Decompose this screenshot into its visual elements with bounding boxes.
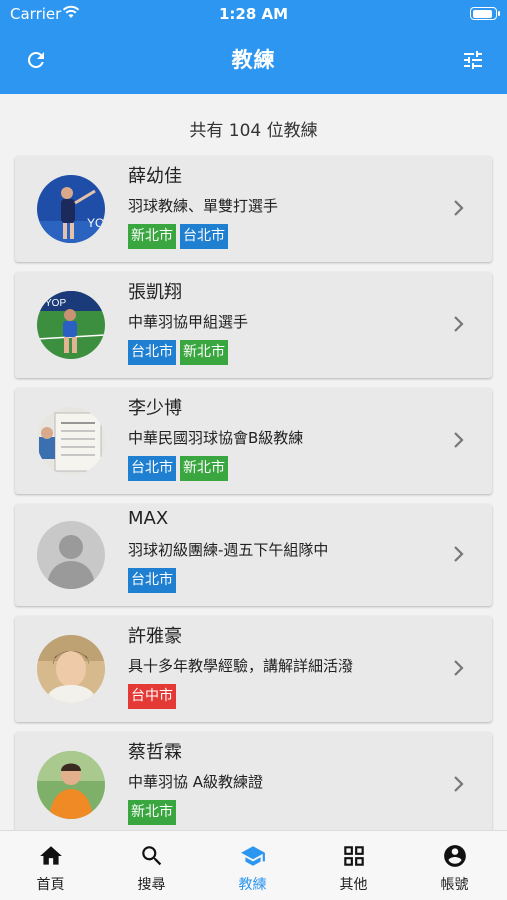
coach-name: MAX xyxy=(128,508,169,529)
tune-icon xyxy=(464,51,482,69)
avatar: YO xyxy=(37,175,105,243)
tab-search[interactable]: 搜尋 xyxy=(101,831,202,900)
coach-card[interactable]: 李少博 中華民國羽球協會B級教練 台北市 新北市 xyxy=(15,388,492,494)
tab-coaches[interactable]: 教練 xyxy=(202,831,303,900)
bottom-tab-bar: 首頁 搜尋 教練 其他 帳號 xyxy=(0,830,507,900)
coach-description: 羽球初級團練-週五下午組隊中 xyxy=(128,541,329,559)
tab-account[interactable]: 帳號 xyxy=(404,831,505,900)
tab-label: 教練 xyxy=(238,877,267,893)
tab-label: 搜尋 xyxy=(137,877,166,893)
coach-name: 張凱翔 xyxy=(128,282,182,303)
region-tag: 新北市 xyxy=(128,224,176,249)
chevron-right-icon xyxy=(454,432,464,448)
avatar xyxy=(37,521,105,589)
coach-card[interactable]: YOP 張凱翔 中華羽協甲組選手 台北市 新北市 xyxy=(15,272,492,378)
battery-icon xyxy=(470,7,500,20)
coach-card[interactable]: YO 薛幼佳 羽球教練、單雙打選手 新北市 台北市 xyxy=(15,156,492,262)
region-tags: 台北市 xyxy=(128,568,176,593)
region-tag: 台北市 xyxy=(180,224,228,249)
region-tags: 新北市 xyxy=(128,800,176,825)
coach-description: 具十多年教學經驗，講解詳細活潑 xyxy=(128,657,354,675)
coach-name: 李少博 xyxy=(128,398,182,419)
region-tag: 新北市 xyxy=(180,340,228,365)
home-icon xyxy=(40,846,62,865)
avatar xyxy=(37,635,105,703)
region-tag: 台北市 xyxy=(128,340,176,365)
tab-label: 其他 xyxy=(339,877,368,893)
filter-button[interactable] xyxy=(457,44,489,76)
coach-card[interactable]: 蔡哲霖 中華羽協 A級教練證 新北市 xyxy=(15,732,492,838)
tab-home[interactable]: 首頁 xyxy=(0,831,101,900)
chevron-right-icon xyxy=(454,316,464,332)
search-icon xyxy=(142,846,162,866)
account-circle-icon xyxy=(444,845,466,867)
avatar: YOP xyxy=(37,291,105,359)
chevron-right-icon xyxy=(454,546,464,562)
status-bar: Carrier 1:28 AM xyxy=(0,0,507,28)
region-tag: 新北市 xyxy=(180,456,228,481)
svg-text:YO: YO xyxy=(87,216,104,230)
avatar xyxy=(37,751,105,819)
coach-count: 共有 104 位教練 xyxy=(189,121,318,141)
chevron-right-icon xyxy=(454,660,464,676)
region-tags: 新北市 台北市 xyxy=(128,224,228,249)
graduation-cap-icon xyxy=(241,846,265,866)
grid-icon xyxy=(344,846,364,866)
coach-description: 中華羽協甲組選手 xyxy=(128,313,249,331)
region-tags: 台北市 新北市 xyxy=(128,340,228,365)
app-header: Carrier 1:28 AM 教練 xyxy=(0,0,507,94)
status-time: 1:28 AM xyxy=(218,5,289,23)
tab-label: 首頁 xyxy=(36,877,65,893)
region-tag: 台北市 xyxy=(128,456,176,481)
region-tags: 台北市 新北市 xyxy=(128,456,228,481)
coach-description: 中華民國羽球協會B級教練 xyxy=(128,429,304,447)
avatar xyxy=(37,407,105,475)
tab-label: 帳號 xyxy=(440,877,469,893)
region-tags: 台中市 xyxy=(128,684,176,709)
chevron-right-icon xyxy=(454,776,464,792)
svg-text:YOP: YOP xyxy=(45,298,66,309)
coach-description: 羽球教練、單雙打選手 xyxy=(128,197,279,215)
chevron-right-icon xyxy=(454,200,464,216)
coach-card[interactable]: 許雅豪 具十多年教學經驗，講解詳細活潑 台中市 xyxy=(15,616,492,722)
coach-card[interactable]: MAX 羽球初級團練-週五下午組隊中 台北市 xyxy=(15,504,492,606)
page-title: 教練 xyxy=(231,48,276,72)
coach-name: 蔡哲霖 xyxy=(128,742,182,763)
coach-name: 薛幼佳 xyxy=(128,166,182,187)
tab-other[interactable]: 其他 xyxy=(303,831,404,900)
coach-description: 中華羽協 A級教練證 xyxy=(128,773,264,791)
region-tag: 台中市 xyxy=(128,684,176,709)
nav-bar: 教練 xyxy=(0,28,507,94)
region-tag: 新北市 xyxy=(128,800,176,825)
region-tag: 台北市 xyxy=(128,568,176,593)
coach-name: 許雅豪 xyxy=(128,626,182,647)
